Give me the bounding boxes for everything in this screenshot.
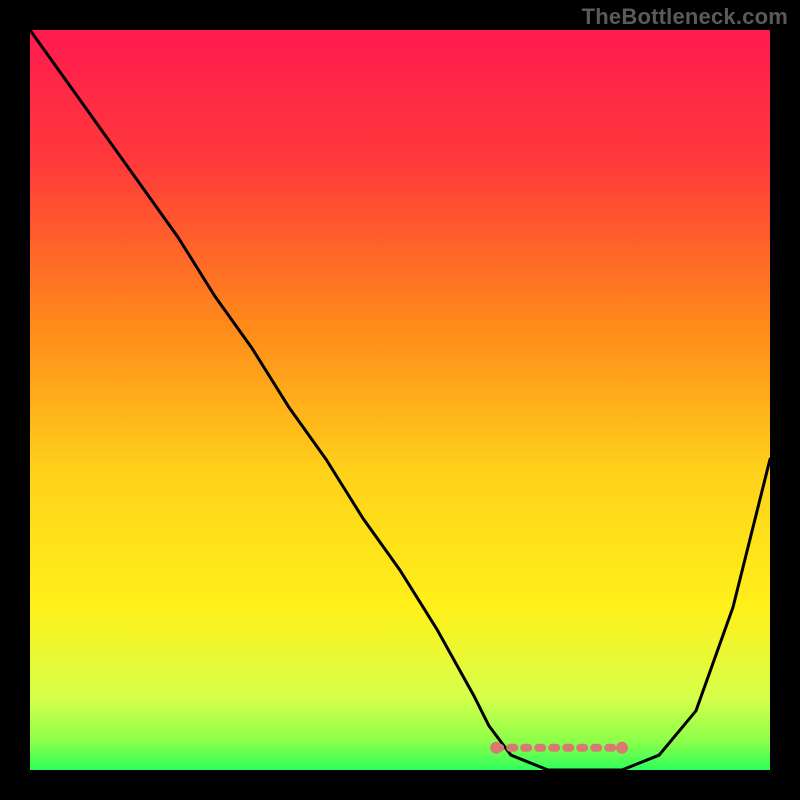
gradient-background bbox=[30, 30, 770, 770]
chart-svg bbox=[30, 30, 770, 770]
chart-frame: TheBottleneck.com bbox=[0, 0, 800, 800]
watermark-text: TheBottleneck.com bbox=[582, 4, 788, 30]
plot-area bbox=[30, 30, 770, 770]
